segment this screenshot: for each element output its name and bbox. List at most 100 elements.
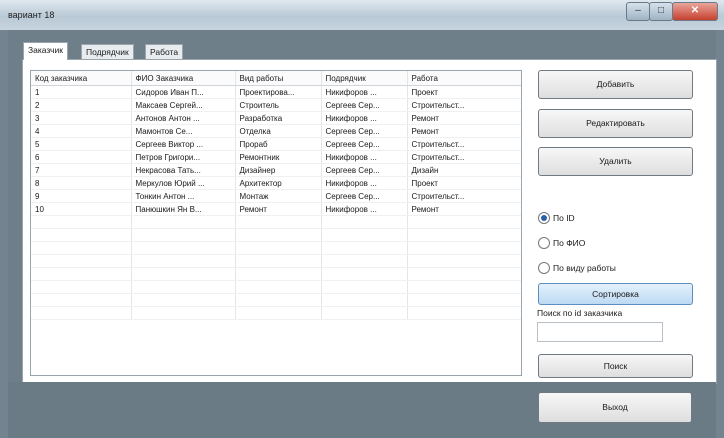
table-cell: Панюшкин Ян В... <box>131 202 236 216</box>
close-button[interactable]: ✕ <box>672 2 718 21</box>
table-cell <box>407 267 521 281</box>
table-cell: Ремонтник <box>235 150 322 164</box>
table-cell: Монтаж <box>235 189 322 203</box>
radio-dot-icon <box>538 237 550 249</box>
grid-column-header[interactable]: Вид работы <box>235 71 322 86</box>
table-row[interactable]: 9 Тонкин Антон ... Монтаж Сергеев Сер... Стр… <box>31 189 521 203</box>
grid-column-header[interactable]: Работа <box>407 71 521 86</box>
empty-table-row <box>31 267 521 281</box>
table-cell <box>131 228 236 242</box>
table-cell <box>31 228 132 242</box>
table-cell: Тонкин Антон ... <box>131 189 236 203</box>
sort-button[interactable]: Сортировка <box>538 283 693 305</box>
table-row[interactable]: 10 Панюшкин Ян В... Ремонт Никифоров ... Рем… <box>31 202 521 216</box>
tab-page-customer: Код заказчика ФИО Заказчика Вид работы Подр… <box>22 59 717 384</box>
tab-customer[interactable]: Заказчик <box>23 42 68 60</box>
minimize-button[interactable]: – <box>626 2 650 21</box>
search-input[interactable] <box>537 322 663 342</box>
table-cell: Проект <box>407 85 521 99</box>
table-cell <box>235 215 322 229</box>
table-cell: Ремонт <box>235 202 322 216</box>
add-button[interactable]: Добавить <box>538 70 693 99</box>
table-cell: 9 <box>31 189 132 203</box>
tab-work[interactable]: Работа <box>145 44 184 59</box>
table-cell <box>321 280 408 294</box>
table-cell <box>131 306 236 320</box>
radio-dot-icon <box>538 262 550 274</box>
table-row[interactable]: 4 Мамонтов Се... Отделка Сергеев Сер... Ремо… <box>31 124 521 138</box>
maximize-button[interactable]: □ <box>649 2 673 21</box>
table-cell <box>407 215 521 229</box>
grid-column-header[interactable]: ФИО Заказчика <box>131 71 236 86</box>
empty-table-row <box>31 293 521 307</box>
table-cell <box>31 254 132 268</box>
table-cell: Ремонт <box>407 202 521 216</box>
table-cell <box>235 228 322 242</box>
table-cell: Сергеев Сер... <box>321 98 408 112</box>
exit-button[interactable]: Выход <box>538 392 692 423</box>
table-row[interactable]: 1 Сидоров Иван П... Проектирова... Никифоро… <box>31 85 521 99</box>
table-cell: Проект <box>407 176 521 190</box>
search-label: Поиск по id заказчика <box>537 308 623 318</box>
empty-table-row <box>31 228 521 242</box>
table-cell: Архитектор <box>235 176 322 190</box>
table-cell: 5 <box>31 137 132 151</box>
search-button[interactable]: Поиск <box>538 354 693 378</box>
table-cell: Никифоров ... <box>321 85 408 99</box>
table-row[interactable]: 7 Некрасова Тать... Дизайнер Сергеев Сер...… <box>31 163 521 177</box>
table-cell: Строительст... <box>407 137 521 151</box>
table-cell: Сергеев Сер... <box>321 163 408 177</box>
empty-table-row <box>31 241 521 255</box>
table-cell: 2 <box>31 98 132 112</box>
empty-table-row <box>31 254 521 268</box>
table-cell: 10 <box>31 202 132 216</box>
table-cell <box>407 306 521 320</box>
table-cell <box>131 254 236 268</box>
table-cell: Дизайн <box>407 163 521 177</box>
table-cell: Прораб <box>235 137 322 151</box>
table-cell: Строительст... <box>407 98 521 112</box>
table-cell: Разработка <box>235 111 322 125</box>
table-cell: Сидоров Иван П... <box>131 85 236 99</box>
table-cell <box>131 267 236 281</box>
table-cell <box>31 293 132 307</box>
table-cell <box>407 228 521 242</box>
delete-button[interactable]: Удалить <box>538 147 693 176</box>
table-cell <box>235 254 322 268</box>
table-cell: Антонов Антон ... <box>131 111 236 125</box>
title-bar: вариант 18 – □ ✕ <box>0 0 724 30</box>
grid-column-header[interactable]: Код заказчика <box>31 71 132 86</box>
grid-header-row: Код заказчика ФИО Заказчика Вид работы Подр… <box>31 71 521 86</box>
table-row[interactable]: 3 Антонов Антон ... Разработка Никифоров ..… <box>31 111 521 125</box>
table-cell: Максаев Сергей... <box>131 98 236 112</box>
table-cell <box>131 215 236 229</box>
table-cell <box>31 267 132 281</box>
table-cell: Никифоров ... <box>321 150 408 164</box>
table-cell: Сергеев Сер... <box>321 124 408 138</box>
table-cell: Дизайнер <box>235 163 322 177</box>
table-cell <box>235 241 322 255</box>
table-cell: 8 <box>31 176 132 190</box>
table-cell <box>131 280 236 294</box>
table-cell <box>321 228 408 242</box>
grid-column-header[interactable]: Подрядчик <box>321 71 408 86</box>
table-cell <box>407 280 521 294</box>
table-cell: Сергеев Сер... <box>321 137 408 151</box>
edit-button[interactable]: Редактировать <box>538 109 693 138</box>
table-cell <box>235 306 322 320</box>
table-cell <box>321 267 408 281</box>
table-cell <box>31 241 132 255</box>
window-border-right <box>716 30 724 438</box>
table-row[interactable]: 6 Петров Григори... Ремонтник Никифоров ...… <box>31 150 521 164</box>
table-cell <box>131 293 236 307</box>
tab-contractor[interactable]: Подрядчик <box>81 44 134 59</box>
customers-grid[interactable]: Код заказчика ФИО Заказчика Вид работы Подр… <box>30 70 522 376</box>
table-cell <box>235 280 322 294</box>
table-row[interactable]: 2 Максаев Сергей... Строитель Сергеев Сер..… <box>31 98 521 112</box>
table-row[interactable]: 5 Сергеев Виктор ... Прораб Сергеев Сер... С… <box>31 137 521 151</box>
table-cell <box>321 254 408 268</box>
table-row[interactable]: 8 Меркулов Юрий ... Архитектор Никифоров ..… <box>31 176 521 190</box>
table-cell: Ремонт <box>407 111 521 125</box>
table-cell <box>321 241 408 255</box>
table-cell: Никифоров ... <box>321 176 408 190</box>
